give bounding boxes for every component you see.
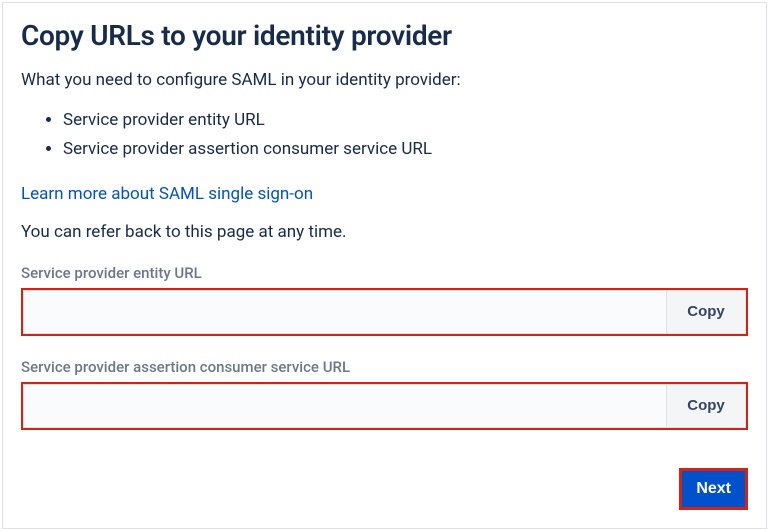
- next-button[interactable]: Next: [682, 471, 745, 507]
- refer-text: You can refer back to this page at any t…: [21, 222, 748, 242]
- list-item: Service provider entity URL: [63, 106, 748, 135]
- acs-url-row: Copy: [21, 382, 748, 430]
- copy-acs-url-button[interactable]: Copy: [666, 384, 746, 428]
- acs-url-input[interactable]: [23, 384, 666, 428]
- page-heading: Copy URLs to your identity provider: [21, 19, 748, 52]
- requirements-list: Service provider entity URL Service prov…: [63, 106, 748, 164]
- next-button-highlight: Next: [679, 468, 748, 510]
- entity-url-label: Service provider entity URL: [21, 264, 748, 282]
- intro-text: What you need to configure SAML in your …: [21, 70, 748, 90]
- saml-config-panel: Copy URLs to your identity provider What…: [2, 2, 767, 529]
- list-item: Service provider assertion consumer serv…: [63, 135, 748, 164]
- entity-url-input[interactable]: [23, 290, 666, 334]
- learn-more-link[interactable]: Learn more about SAML single sign-on: [21, 184, 313, 204]
- copy-entity-url-button[interactable]: Copy: [666, 290, 746, 334]
- entity-url-row: Copy: [21, 288, 748, 336]
- acs-url-label: Service provider assertion consumer serv…: [21, 358, 748, 376]
